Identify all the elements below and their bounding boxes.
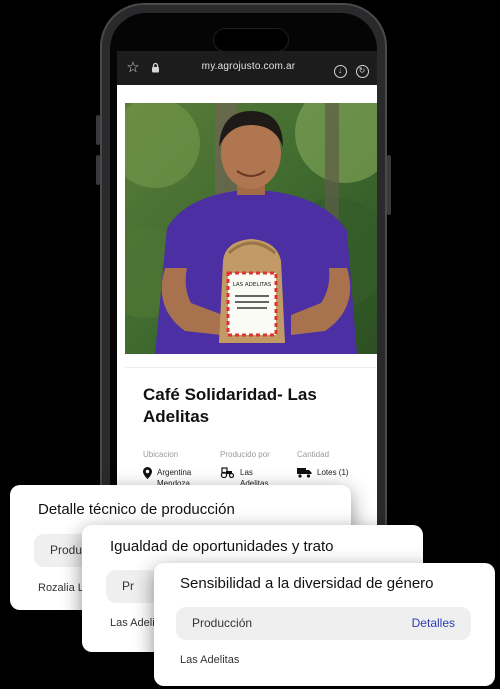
details-link[interactable]: Detalles — [412, 616, 455, 630]
detail-label: Cantidad — [297, 450, 330, 459]
download-icon[interactable]: ↓ — [332, 60, 348, 78]
refresh-icon[interactable]: ↻ — [354, 60, 370, 78]
truck-icon — [297, 467, 312, 481]
dynamic-island — [213, 28, 289, 52]
product-title: Café Solidaridad- Las Adelitas — [143, 385, 317, 426]
card-title: Sensibilidad a la diversidad de género — [180, 575, 434, 592]
tractor-icon — [220, 467, 235, 481]
volume-up-button — [96, 115, 100, 145]
detail-location: Ubicacion Argentina Mendoza — [143, 450, 191, 489]
detail-quantity: Cantidad Lotes (1) — [297, 450, 349, 481]
card-producer-name: Las Adelitas — [180, 654, 240, 666]
location-pin-icon — [143, 467, 152, 482]
detail-label: Ubicacion — [143, 450, 179, 459]
detail-producer: Producido por Las Adelitas — [220, 450, 270, 489]
product-photo: LAS ADELITAS — [125, 103, 377, 354]
card-title: Detalle técnico de producción — [38, 501, 235, 518]
detail-value-line1: Argentina — [157, 468, 192, 477]
production-label: Pr — [122, 579, 134, 593]
card-gender-diversity[interactable]: Sensibilidad a la diversidad de género P… — [154, 563, 495, 686]
card-title: Igualdad de oportunidades y trato — [110, 538, 334, 555]
bag-label-text: LAS ADELITAS — [233, 282, 272, 288]
browser-url-bar: ☆ my.agrojusto.com.ar ↓ ↻ — [117, 51, 377, 85]
production-label: Producción — [192, 616, 253, 630]
detail-value-line1: Lotes (1) — [317, 468, 349, 477]
volume-down-button — [96, 155, 100, 185]
card-producer-name: Las Adeli — [110, 617, 155, 629]
detail-value-line1: Las — [240, 468, 253, 477]
detail-label: Producido por — [220, 450, 270, 459]
production-row[interactable]: Producción Detalles — [176, 607, 471, 640]
card-producer-name: Rozalia L — [38, 582, 84, 594]
power-button — [387, 155, 391, 215]
